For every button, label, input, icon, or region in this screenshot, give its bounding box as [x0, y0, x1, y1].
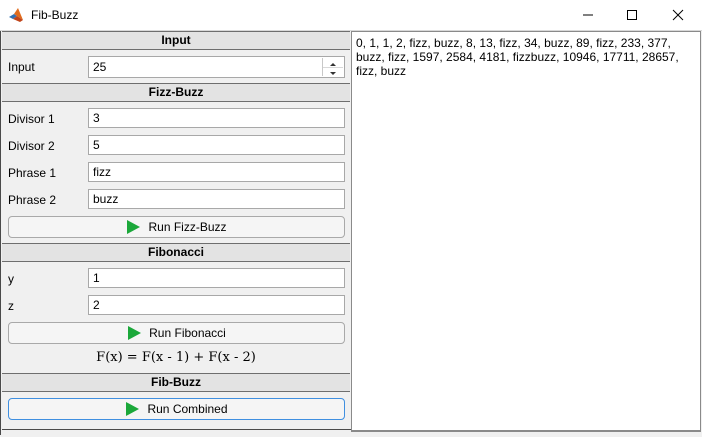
output-text: 0, 1, 1, 2, fizz, buzz, 8, 13, fizz, 34,…: [356, 36, 679, 78]
play-icon: [128, 326, 142, 340]
output-bottom-strip: [351, 431, 701, 436]
divisor2-label: Divisor 2: [8, 139, 55, 153]
chevron-down-icon: [330, 72, 336, 75]
z-field[interactable]: 2: [88, 295, 345, 315]
minimize-button[interactable]: [565, 0, 611, 30]
divisor1-label: Divisor 1: [8, 112, 55, 126]
play-icon: [127, 220, 141, 234]
input-value[interactable]: 25: [93, 60, 106, 74]
run-fibonacci-label: Run Fibonacci: [149, 326, 226, 340]
spinner-down-button[interactable]: [323, 67, 343, 76]
divisor1-field[interactable]: 3: [88, 108, 345, 128]
panel-bottom-divider: [2, 429, 351, 430]
phrase2-field[interactable]: buzz: [88, 189, 345, 209]
title-bar[interactable]: Fib-Buzz: [0, 0, 702, 31]
maximize-button[interactable]: [609, 0, 655, 30]
controls-panel: Input Input 25 Fizz-Buzz Divisor 1 3 Div…: [0, 31, 352, 435]
output-panel[interactable]: 0, 1, 1, 2, fizz, buzz, 8, 13, fizz, 34,…: [351, 31, 701, 431]
close-icon: [672, 9, 684, 21]
phrase1-field[interactable]: fizz: [88, 162, 345, 182]
section-title-fibbuzz: Fib-Buzz: [2, 373, 350, 392]
minimize-icon: [583, 14, 593, 16]
z-label: z: [8, 299, 14, 313]
section-title-fibonacci: Fibonacci: [2, 243, 350, 262]
window-title: Fib-Buzz: [31, 8, 79, 22]
input-label: Input: [8, 60, 35, 74]
fibonacci-formula: F(x) = F(x - 1) + F(x - 2): [96, 350, 256, 365]
run-combined-button[interactable]: Run Combined: [8, 398, 345, 420]
phrase2-label: Phrase 2: [8, 193, 57, 207]
y-field[interactable]: 1: [88, 268, 345, 288]
phrase1-label: Phrase 1: [8, 166, 57, 180]
run-combined-label: Run Combined: [147, 402, 228, 416]
close-button[interactable]: [655, 0, 701, 30]
run-fizzbuzz-label: Run Fizz-Buzz: [148, 220, 227, 234]
divisor2-field[interactable]: 5: [88, 135, 345, 155]
y-label: y: [8, 272, 14, 286]
section-title-input: Input: [2, 31, 350, 50]
run-fizzbuzz-button[interactable]: Run Fizz-Buzz: [8, 216, 345, 238]
play-icon: [126, 402, 140, 416]
maximize-icon: [627, 10, 637, 20]
matlab-icon: [8, 7, 24, 23]
app-window: Fib-Buzz Input Input 25 Fizz-Buzz Diviso…: [0, 0, 702, 437]
spinner-buttons: [322, 58, 343, 76]
run-fibonacci-button[interactable]: Run Fibonacci: [8, 322, 345, 344]
section-title-fizzbuzz: Fizz-Buzz: [2, 83, 350, 102]
input-spinner[interactable]: 25: [88, 56, 345, 78]
